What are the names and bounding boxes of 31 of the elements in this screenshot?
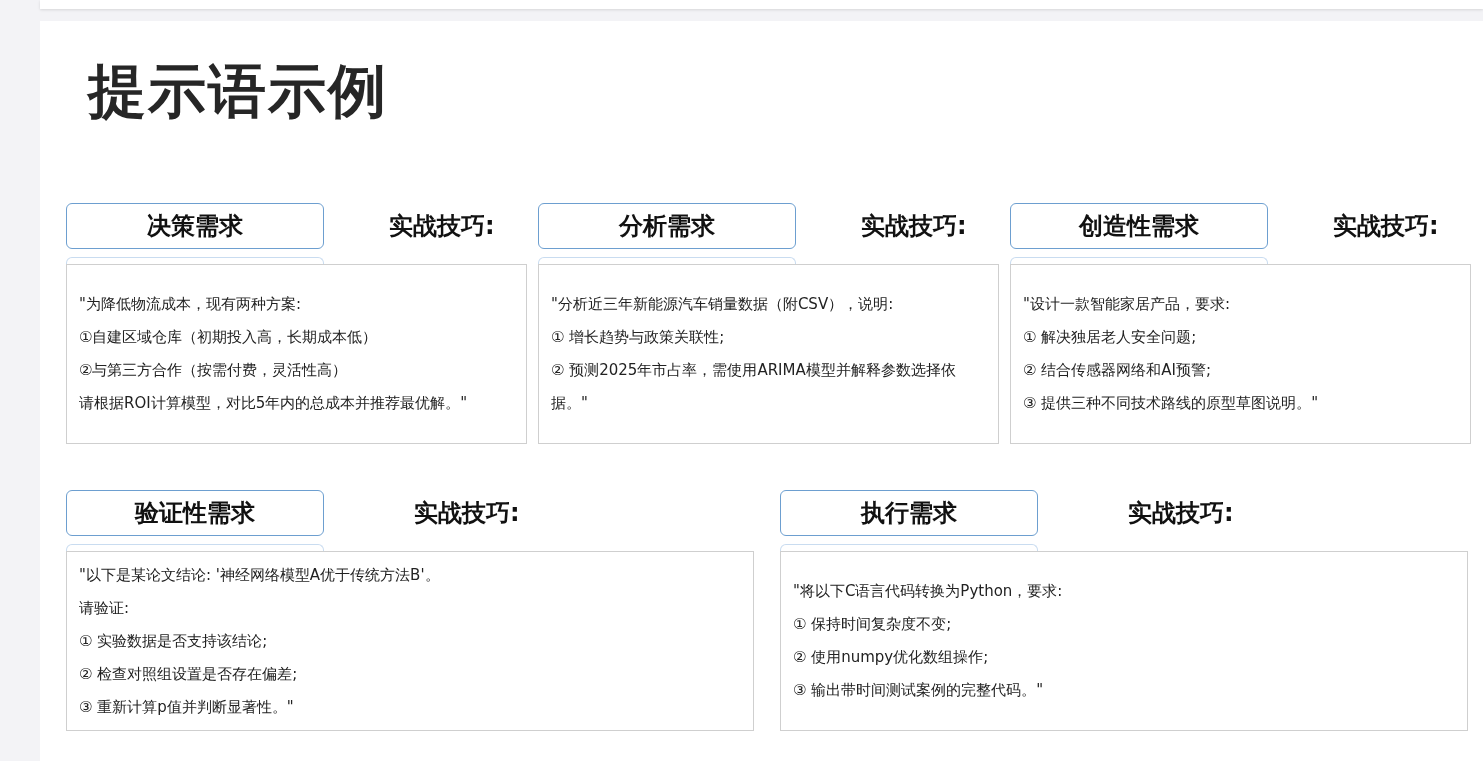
prompt-line: ②与第三方合作（按需付费，灵活性高） (79, 360, 349, 381)
prompt-line: "设计一款智能家居产品，要求: (1023, 294, 1231, 315)
prompt-line: 请验证: (79, 597, 131, 619)
category-label: 验证性需求 (66, 490, 324, 536)
prompt-line: ① 解决独居老人安全问题; (1023, 327, 1198, 348)
tip-heading: 实战技巧: (414, 498, 520, 529)
prompt-line: ③ 输出带时间测试案例的完整代码。" (793, 680, 1045, 701)
prompt-line: ① 实验数据是否支持该结论; (79, 630, 269, 652)
prompt-line: ② 预测2025年市占率，需使用ARIMA模型并解释参数选择依据。" (551, 360, 957, 414)
prompt-line: ② 结合传感器网络和AI预警; (1023, 360, 1212, 381)
prompt-line: "为降低物流成本，现有两种方案: (79, 294, 302, 315)
prompt-line: "分析近三年新能源汽车销量数据（附CSV），说明: (551, 294, 895, 315)
prompt-line: ① 增长趋势与政策关联性; (551, 327, 726, 348)
prompt-line: ② 使用numpy优化数组操作; (793, 647, 990, 668)
prompt-line: "将以下C语言代码转换为Python，要求: (793, 581, 1064, 602)
slide-title: 提示语示例 (88, 56, 389, 127)
prompt-line: ③ 提供三种不同技术路线的原型草图说明。" (1023, 393, 1320, 414)
prompt-line: ② 检查对照组设置是否存在偏差; (79, 663, 299, 685)
category-label: 执行需求 (780, 490, 1038, 536)
prompt-line: ① 保持时间复杂度不变; (793, 614, 953, 635)
tip-heading: 实战技巧: (861, 211, 967, 242)
prompt-line: 请根据ROI计算模型，对比5年内的总成本并推荐最优解。" (79, 393, 469, 414)
category-label: 创造性需求 (1010, 203, 1268, 249)
category-label: 决策需求 (66, 203, 324, 249)
tip-heading: 实战技巧: (1128, 498, 1234, 529)
prompt-line: ①自建区域仓库（初期投入高，长期成本低） (79, 327, 379, 348)
tip-heading: 实战技巧: (389, 211, 495, 242)
prompt-line: ③ 重新计算p值并判断显著性。" (79, 696, 295, 718)
category-label: 分析需求 (538, 203, 796, 249)
prompt-line: "以下是某论文结论: '神经网络模型A优于传统方法B'。 (79, 564, 441, 586)
tip-heading: 实战技巧: (1333, 211, 1439, 242)
